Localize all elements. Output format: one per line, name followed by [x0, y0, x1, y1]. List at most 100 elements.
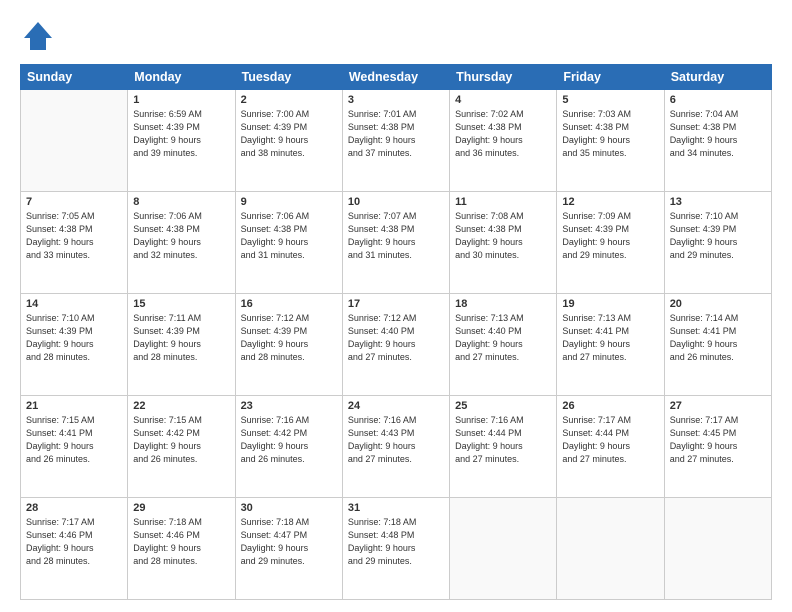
weekday-thursday: Thursday	[450, 65, 557, 90]
weekday-friday: Friday	[557, 65, 664, 90]
day-cell: 11 Sunrise: 7:08 AMSunset: 4:38 PMDayligh…	[450, 192, 557, 294]
day-info: Sunrise: 7:17 AMSunset: 4:46 PMDaylight:…	[26, 516, 122, 568]
day-number: 18	[455, 298, 551, 310]
day-cell: 21Sunrise: 7:15 AMSunset: 4:41 PMDayligh…	[21, 396, 128, 498]
day-cell: 19 Sunrise: 7:13 AMSunset: 4:41 PMDayligh…	[557, 294, 664, 396]
day-info: Sunrise: 7:04 AMSunset: 4:38 PMDaylight:…	[670, 108, 766, 160]
day-info: Sunrise: 7:01 AMSunset: 4:38 PMDaylight:…	[348, 108, 444, 160]
logo-icon	[20, 18, 56, 54]
week-row-4: 21Sunrise: 7:15 AMSunset: 4:41 PMDayligh…	[21, 396, 772, 498]
day-number: 16	[241, 298, 337, 310]
day-number: 13	[670, 196, 766, 208]
weekday-saturday: Saturday	[664, 65, 771, 90]
day-cell: 15Sunrise: 7:11 AMSunset: 4:39 PMDayligh…	[128, 294, 235, 396]
day-info: Sunrise: 7:17 AMSunset: 4:45 PMDaylight:…	[670, 414, 766, 466]
day-number: 19	[562, 298, 658, 310]
day-number: 6	[670, 94, 766, 106]
day-cell: 2Sunrise: 7:00 AMSunset: 4:39 PMDaylight…	[235, 90, 342, 192]
day-number: 7	[26, 196, 122, 208]
day-info: Sunrise: 7:13 AMSunset: 4:41 PMDaylight:…	[562, 312, 658, 364]
header	[20, 18, 772, 54]
day-number: 14	[26, 298, 122, 310]
day-info: Sunrise: 7:06 AMSunset: 4:38 PMDaylight:…	[133, 210, 229, 262]
day-info: Sunrise: 7:06 AMSunset: 4:38 PMDaylight:…	[241, 210, 337, 262]
day-info: Sunrise: 7:02 AMSunset: 4:38 PMDaylight:…	[455, 108, 551, 160]
day-info: Sunrise: 7:16 AMSunset: 4:43 PMDaylight:…	[348, 414, 444, 466]
day-number: 29	[133, 502, 229, 514]
day-cell: 9 Sunrise: 7:06 AMSunset: 4:38 PMDaylight…	[235, 192, 342, 294]
day-info: Sunrise: 7:08 AMSunset: 4:38 PMDaylight:…	[455, 210, 551, 262]
day-cell: 18 Sunrise: 7:13 AMSunset: 4:40 PMDayligh…	[450, 294, 557, 396]
day-number: 21	[26, 400, 122, 412]
day-info: Sunrise: 7:10 AMSunset: 4:39 PMDaylight:…	[670, 210, 766, 262]
day-cell: 20 Sunrise: 7:14 AMSunset: 4:41 PMDayligh…	[664, 294, 771, 396]
day-number: 5	[562, 94, 658, 106]
day-number: 11	[455, 196, 551, 208]
day-info: Sunrise: 7:17 AMSunset: 4:44 PMDaylight:…	[562, 414, 658, 466]
calendar-table: SundayMondayTuesdayWednesdayThursdayFrid…	[20, 64, 772, 600]
day-cell	[557, 498, 664, 600]
page: SundayMondayTuesdayWednesdayThursdayFrid…	[0, 0, 792, 612]
day-cell	[450, 498, 557, 600]
day-cell: 23Sunrise: 7:16 AMSunset: 4:42 PMDayligh…	[235, 396, 342, 498]
day-number: 4	[455, 94, 551, 106]
day-cell: 26Sunrise: 7:17 AMSunset: 4:44 PMDayligh…	[557, 396, 664, 498]
day-cell: 13 Sunrise: 7:10 AMSunset: 4:39 PMDayligh…	[664, 192, 771, 294]
day-cell: 24 Sunrise: 7:16 AMSunset: 4:43 PMDayligh…	[342, 396, 449, 498]
weekday-sunday: Sunday	[21, 65, 128, 90]
day-info: Sunrise: 7:18 AMSunset: 4:47 PMDaylight:…	[241, 516, 337, 568]
day-info: Sunrise: 7:16 AMSunset: 4:42 PMDaylight:…	[241, 414, 337, 466]
day-cell: 7 Sunrise: 7:05 AMSunset: 4:38 PMDaylight…	[21, 192, 128, 294]
day-info: Sunrise: 6:59 AMSunset: 4:39 PMDaylight:…	[133, 108, 229, 160]
day-info: Sunrise: 7:16 AMSunset: 4:44 PMDaylight:…	[455, 414, 551, 466]
weekday-wednesday: Wednesday	[342, 65, 449, 90]
day-cell: 28 Sunrise: 7:17 AMSunset: 4:46 PMDayligh…	[21, 498, 128, 600]
day-cell: 30 Sunrise: 7:18 AMSunset: 4:47 PMDayligh…	[235, 498, 342, 600]
day-info: Sunrise: 7:14 AMSunset: 4:41 PMDaylight:…	[670, 312, 766, 364]
day-cell: 22 Sunrise: 7:15 AMSunset: 4:42 PMDayligh…	[128, 396, 235, 498]
day-cell: 6 Sunrise: 7:04 AMSunset: 4:38 PMDaylight…	[664, 90, 771, 192]
week-row-2: 7 Sunrise: 7:05 AMSunset: 4:38 PMDaylight…	[21, 192, 772, 294]
day-number: 1	[133, 94, 229, 106]
weekday-monday: Monday	[128, 65, 235, 90]
day-number: 31	[348, 502, 444, 514]
day-number: 25	[455, 400, 551, 412]
day-number: 10	[348, 196, 444, 208]
day-info: Sunrise: 7:03 AMSunset: 4:38 PMDaylight:…	[562, 108, 658, 160]
day-cell: 14 Sunrise: 7:10 AMSunset: 4:39 PMDayligh…	[21, 294, 128, 396]
day-cell: 10 Sunrise: 7:07 AMSunset: 4:38 PMDayligh…	[342, 192, 449, 294]
day-number: 20	[670, 298, 766, 310]
day-info: Sunrise: 7:09 AMSunset: 4:39 PMDaylight:…	[562, 210, 658, 262]
day-cell: 25 Sunrise: 7:16 AMSunset: 4:44 PMDayligh…	[450, 396, 557, 498]
day-info: Sunrise: 7:15 AMSunset: 4:42 PMDaylight:…	[133, 414, 229, 466]
day-info: Sunrise: 7:18 AMSunset: 4:48 PMDaylight:…	[348, 516, 444, 568]
day-number: 12	[562, 196, 658, 208]
day-number: 22	[133, 400, 229, 412]
day-info: Sunrise: 7:13 AMSunset: 4:40 PMDaylight:…	[455, 312, 551, 364]
day-number: 17	[348, 298, 444, 310]
logo	[20, 18, 60, 54]
day-cell: 12 Sunrise: 7:09 AMSunset: 4:39 PMDayligh…	[557, 192, 664, 294]
day-info: Sunrise: 7:18 AMSunset: 4:46 PMDaylight:…	[133, 516, 229, 568]
day-info: Sunrise: 7:05 AMSunset: 4:38 PMDaylight:…	[26, 210, 122, 262]
day-cell: 16 Sunrise: 7:12 AMSunset: 4:39 PMDayligh…	[235, 294, 342, 396]
weekday-tuesday: Tuesday	[235, 65, 342, 90]
weekday-header-row: SundayMondayTuesdayWednesdayThursdayFrid…	[21, 65, 772, 90]
day-number: 24	[348, 400, 444, 412]
day-cell	[21, 90, 128, 192]
week-row-3: 14 Sunrise: 7:10 AMSunset: 4:39 PMDayligh…	[21, 294, 772, 396]
day-cell: 17Sunrise: 7:12 AMSunset: 4:40 PMDayligh…	[342, 294, 449, 396]
day-number: 30	[241, 502, 337, 514]
day-cell: 31 Sunrise: 7:18 AMSunset: 4:48 PMDayligh…	[342, 498, 449, 600]
day-info: Sunrise: 7:07 AMSunset: 4:38 PMDaylight:…	[348, 210, 444, 262]
day-info: Sunrise: 7:12 AMSunset: 4:39 PMDaylight:…	[241, 312, 337, 364]
day-number: 9	[241, 196, 337, 208]
day-cell: 29 Sunrise: 7:18 AMSunset: 4:46 PMDayligh…	[128, 498, 235, 600]
day-cell: 8 Sunrise: 7:06 AMSunset: 4:38 PMDaylight…	[128, 192, 235, 294]
day-cell: 3Sunrise: 7:01 AMSunset: 4:38 PMDaylight…	[342, 90, 449, 192]
day-info: Sunrise: 7:11 AMSunset: 4:39 PMDaylight:…	[133, 312, 229, 364]
day-info: Sunrise: 7:10 AMSunset: 4:39 PMDaylight:…	[26, 312, 122, 364]
day-number: 27	[670, 400, 766, 412]
day-number: 28	[26, 502, 122, 514]
day-number: 8	[133, 196, 229, 208]
